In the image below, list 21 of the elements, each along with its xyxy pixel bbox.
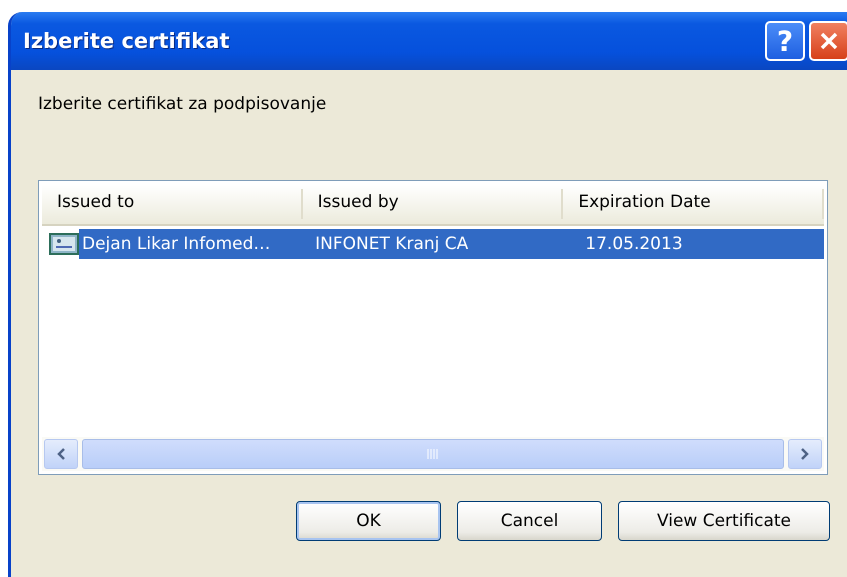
table-cell: INFONET Kranj CA (305, 229, 572, 259)
column-header[interactable]: Issued by (302, 189, 564, 219)
window-title: Izberite certifikat (23, 29, 230, 53)
instruction-text: Izberite certifikat za podpisovanje (38, 94, 328, 114)
scroll-right-button[interactable] (788, 439, 822, 469)
column-header[interactable]: Expiration Date (563, 189, 824, 219)
dialog-button[interactable]: Cancel (457, 501, 602, 541)
table-cell: Dejan Likar Infomed… (79, 229, 306, 259)
close-icon (819, 31, 839, 51)
certificate-row[interactable]: Dejan Likar Infomed… INFONET Kranj CA 17.05.2013 (42, 229, 824, 259)
close-button[interactable] (809, 21, 847, 61)
help-button[interactable]: ? (765, 21, 805, 61)
table-cell: 17.05.2013 (572, 229, 824, 259)
scroll-thumb[interactable] (82, 439, 784, 469)
certificate-icon (49, 233, 79, 255)
horizontal-scrollbar[interactable] (42, 437, 824, 471)
dialog-button[interactable]: View Certificate (618, 501, 830, 541)
grip-icon (427, 449, 439, 459)
dialog-button[interactable]: OK (296, 501, 441, 541)
column-header[interactable]: Issued to (42, 189, 303, 219)
scroll-left-button[interactable] (44, 439, 78, 469)
